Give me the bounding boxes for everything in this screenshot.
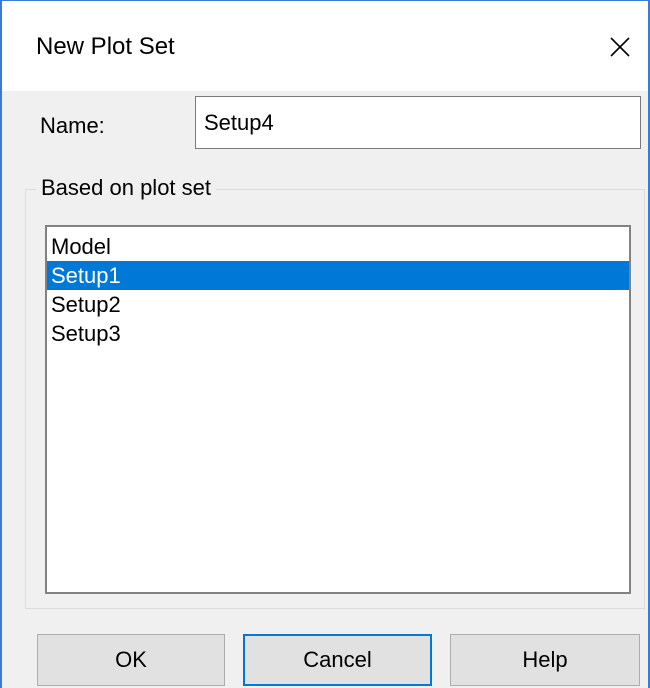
list-item-setup2[interactable]: Setup2 (47, 290, 629, 319)
close-button[interactable] (592, 25, 648, 69)
plot-set-listbox[interactable]: Model Setup1 Setup2 Setup3 (45, 225, 631, 594)
based-on-legend: Based on plot set (36, 175, 217, 201)
new-plot-set-dialog: New Plot Set Name: Based on plot set Mod… (0, 0, 650, 688)
name-label: Name: (40, 113, 105, 138)
name-input[interactable] (195, 96, 641, 149)
list-item-setup3[interactable]: Setup3 (47, 319, 629, 348)
dialog-title: New Plot Set (36, 33, 175, 60)
cancel-button[interactable]: Cancel (243, 634, 432, 686)
list-item-model[interactable]: Model (47, 232, 629, 261)
close-icon (610, 37, 630, 57)
ok-button[interactable]: OK (37, 634, 225, 686)
title-bar: New Plot Set (2, 1, 648, 91)
help-button[interactable]: Help (450, 634, 640, 686)
list-item-setup1[interactable]: Setup1 (47, 261, 629, 290)
